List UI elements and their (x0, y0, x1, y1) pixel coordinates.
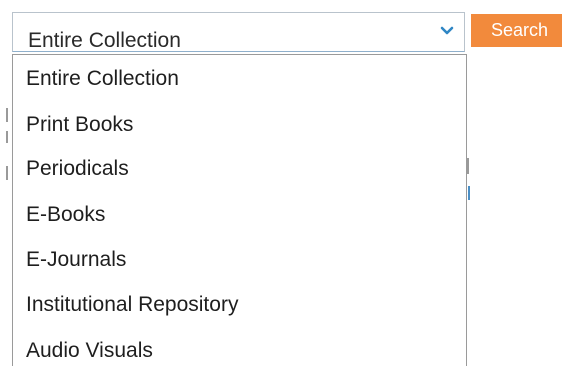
option-e-journals[interactable]: E-Journals (26, 247, 126, 273)
option-institutional-repository[interactable]: Institutional Repository (26, 292, 238, 318)
collection-dropdown-list: Entire Collection Print Books Periodical… (12, 54, 467, 366)
collection-select-value: Entire Collection (28, 29, 181, 52)
background-fragment (6, 108, 8, 122)
background-fragment (6, 131, 8, 143)
chevron-down-icon (440, 26, 454, 35)
option-e-books[interactable]: E-Books (26, 202, 105, 228)
option-periodicals[interactable]: Periodicals (26, 156, 129, 182)
option-print-books[interactable]: Print Books (26, 112, 133, 138)
screen: Entire Collection Search Entire Collecti… (0, 0, 562, 366)
collection-select[interactable]: Entire Collection (12, 12, 465, 52)
search-button[interactable]: Search (471, 14, 562, 47)
background-fragment (6, 166, 8, 180)
background-fragment (468, 186, 470, 200)
option-audio-visuals[interactable]: Audio Visuals (26, 338, 153, 364)
background-fragment (467, 158, 469, 174)
option-entire-collection[interactable]: Entire Collection (26, 66, 179, 92)
